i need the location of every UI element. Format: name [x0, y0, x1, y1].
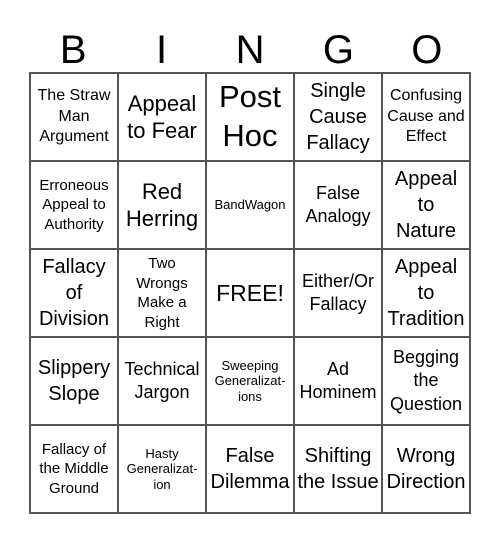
bingo-cell[interactable]: Shifting the Issue	[294, 425, 382, 513]
bingo-cell[interactable]: Wrong Direction	[382, 425, 470, 513]
header-letter-i: I	[156, 28, 168, 72]
bingo-grid: The Straw Man Argument Appeal to Fear Po…	[29, 72, 471, 514]
bingo-cell[interactable]: Fallacy of Division	[30, 249, 118, 337]
bingo-cell[interactable]: Hasty Generalizat-ion	[118, 425, 206, 513]
bingo-cell[interactable]: Ad Hominem	[294, 337, 382, 425]
bingo-cell[interactable]: False Analogy	[294, 161, 382, 249]
bingo-cell[interactable]: Red Herring	[118, 161, 206, 249]
bingo-cell[interactable]: Confusing Cause and Effect	[382, 73, 470, 161]
bingo-cell[interactable]: Sweeping Generalizat-ions	[206, 337, 294, 425]
bingo-cell[interactable]: Two Wrongs Make a Right	[118, 249, 206, 337]
bingo-cell[interactable]: Appeal to Tradition	[382, 249, 470, 337]
bingo-cell[interactable]: Erroneous Appeal to Authority	[30, 161, 118, 249]
bingo-cell[interactable]: The Straw Man Argument	[30, 73, 118, 161]
bingo-cell[interactable]: Post Hoc	[206, 73, 294, 161]
header-letter-n: N	[235, 28, 265, 72]
bingo-cell[interactable]: Appeal to Fear	[118, 73, 206, 161]
bingo-cell[interactable]: Begging the Question	[382, 337, 470, 425]
bingo-cell[interactable]: Either/Or Fallacy	[294, 249, 382, 337]
bingo-header: B I N G O	[29, 28, 471, 72]
bingo-cell[interactable]: Technical Jargon	[118, 337, 206, 425]
header-letter-o: O	[411, 28, 443, 72]
header-letter-g: G	[322, 28, 354, 72]
bingo-cell[interactable]: Slippery Slope	[30, 337, 118, 425]
bingo-cell[interactable]: Appeal to Nature	[382, 161, 470, 249]
free-space-cell[interactable]: FREE!	[206, 249, 294, 337]
header-letter-b: B	[59, 28, 87, 72]
bingo-cell[interactable]: Single Cause Fallacy	[294, 73, 382, 161]
bingo-cell[interactable]: False Dilemma	[206, 425, 294, 513]
bingo-cell[interactable]: BandWagon	[206, 161, 294, 249]
bingo-cell[interactable]: Fallacy of the Middle Ground	[30, 425, 118, 513]
